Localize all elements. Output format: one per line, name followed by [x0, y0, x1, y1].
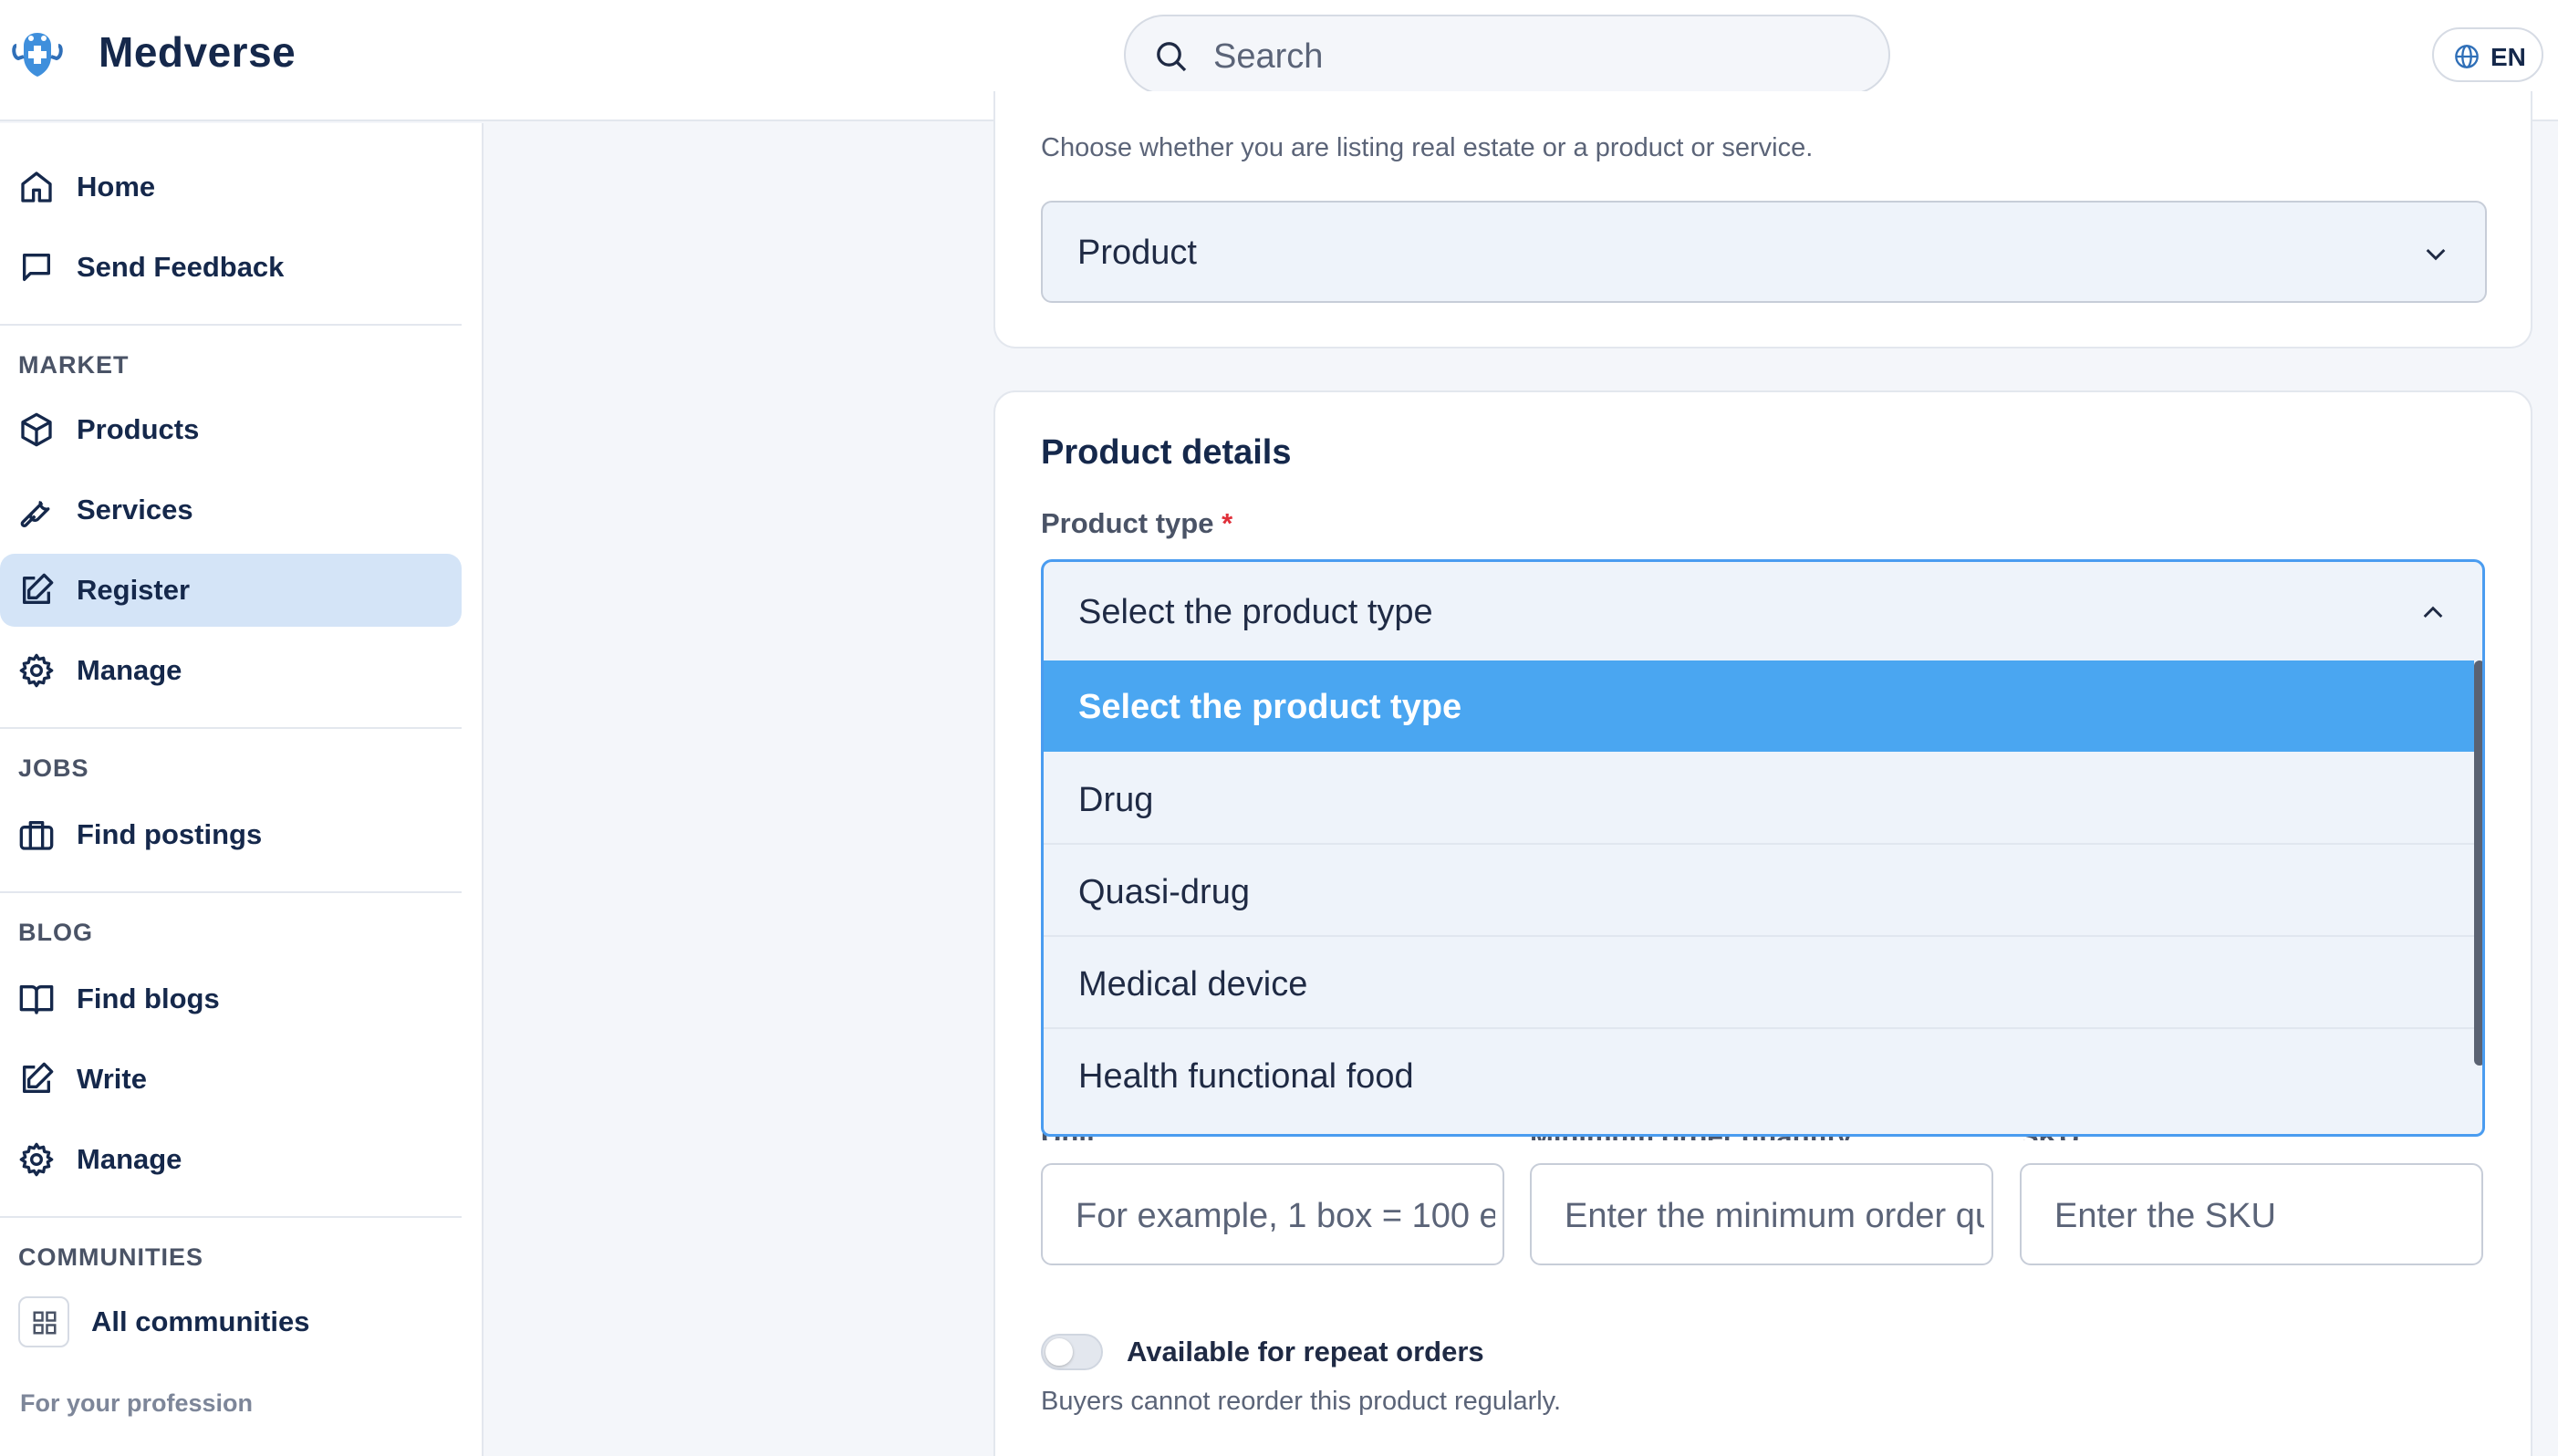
- listing-type-select[interactable]: Product: [1041, 201, 2487, 303]
- min-order-field[interactable]: [1530, 1163, 1993, 1265]
- language-switcher[interactable]: EN: [2432, 27, 2543, 82]
- sidebar-item-manage-blog[interactable]: Manage: [0, 1123, 462, 1196]
- sidebar-divider: [0, 1216, 462, 1218]
- sidebar-item-products[interactable]: Products: [0, 393, 462, 466]
- sidebar-item-label: Register: [77, 574, 191, 606]
- product-type-dropdown: Select the product type Drug Quasi-drug …: [1041, 660, 2485, 1137]
- dropdown-option-quasi-drug[interactable]: Quasi-drug: [1044, 846, 2474, 937]
- briefcase-icon: [19, 821, 54, 850]
- product-type-select[interactable]: Select the product type: [1041, 559, 2485, 663]
- section-blog: BLOG: [18, 919, 93, 946]
- sidebar-item-find-blogs[interactable]: Find blogs: [0, 962, 462, 1035]
- toggle-knob: [1045, 1338, 1073, 1366]
- sidebar: Home Send Feedback MARKET Products Servi…: [0, 123, 484, 1456]
- product-type-value: Select the product type: [1078, 593, 1433, 631]
- sidebar-item-home[interactable]: Home: [0, 151, 462, 224]
- repeat-orders-toggle[interactable]: [1041, 1334, 1103, 1370]
- sidebar-item-label: Write: [77, 1063, 147, 1095]
- search-input[interactable]: [1213, 29, 1852, 84]
- sidebar-divider: [0, 324, 462, 326]
- sidebar-item-label: Send Feedback: [77, 251, 285, 283]
- box-icon: [21, 412, 52, 447]
- sidebar-item-label: Products: [77, 413, 200, 445]
- sku-input[interactable]: [2054, 1191, 2474, 1242]
- search-bar[interactable]: [1124, 15, 1890, 95]
- sidebar-divider: [0, 891, 462, 893]
- listing-type-value: Product: [1077, 234, 1197, 272]
- repeat-orders-label: Available for repeat orders: [1127, 1336, 1484, 1368]
- sidebar-item-all-communities[interactable]: All communities: [0, 1285, 462, 1358]
- dropdown-option-select[interactable]: Select the product type: [1044, 660, 2474, 752]
- section-jobs: JOBS: [18, 754, 89, 782]
- home-icon: [21, 172, 52, 203]
- dropdown-option-health-functional-food[interactable]: Health functional food: [1044, 1030, 2474, 1121]
- chevron-up-icon: [2423, 606, 2443, 619]
- book-icon: [19, 985, 54, 1014]
- sidebar-item-label: All communities: [91, 1305, 310, 1337]
- sidebar-item-label: Manage: [77, 1143, 182, 1175]
- sidebar-divider: [0, 727, 462, 729]
- sidebar-item-write[interactable]: Write: [0, 1043, 462, 1116]
- sidebar-item-manage-market[interactable]: Manage: [0, 634, 462, 707]
- sidebar-item-label: Manage: [77, 654, 182, 686]
- dropdown-option-drug[interactable]: Drug: [1044, 754, 2474, 845]
- sidebar-item-register[interactable]: Register: [0, 554, 462, 627]
- product-type-label: Product type *: [1041, 507, 1232, 540]
- gear-icon: [19, 653, 54, 688]
- section-communities: COMMUNITIES: [18, 1243, 203, 1271]
- repeat-orders-hint: Buyers cannot reorder this product regul…: [1041, 1387, 1562, 1416]
- option-label: Medical device: [1078, 965, 1308, 1004]
- profession-heading: For your profession: [20, 1389, 254, 1417]
- dropdown-option-medical-device[interactable]: Medical device: [1044, 938, 2474, 1029]
- section-market: MARKET: [18, 351, 130, 379]
- globe-icon: [2455, 45, 2479, 68]
- dropdown-scrollbar[interactable]: [2474, 660, 2482, 1066]
- option-label: Select the product type: [1078, 688, 1462, 726]
- gear-icon: [19, 1142, 54, 1177]
- message-icon: [23, 254, 50, 281]
- product-type-label-text: Product type: [1041, 507, 1214, 539]
- medverse-logo-icon[interactable]: [11, 26, 64, 82]
- unit-field[interactable]: [1041, 1163, 1504, 1265]
- sidebar-item-label: Find postings: [77, 818, 263, 850]
- sidebar-item-label: Find blogs: [77, 983, 220, 1014]
- sidebar-item-services[interactable]: Services: [0, 473, 462, 546]
- sidebar-item-label: Services: [77, 494, 193, 525]
- edit-icon: [23, 1062, 54, 1093]
- listing-type-card: Choose whether you are listing real esta…: [993, 91, 2532, 348]
- option-label: Drug: [1078, 781, 1154, 819]
- required-mark: *: [1222, 507, 1233, 539]
- wrench-icon: [20, 501, 50, 527]
- sku-field[interactable]: [2020, 1163, 2483, 1265]
- listing-type-hint: Choose whether you are listing real esta…: [1041, 133, 1814, 162]
- product-details-title: Product details: [1041, 433, 1292, 472]
- sidebar-item-find-postings[interactable]: Find postings: [0, 798, 462, 871]
- search-icon: [1157, 42, 1187, 72]
- brand-name[interactable]: Medverse: [99, 27, 296, 77]
- language-label: EN: [2490, 43, 2526, 71]
- sidebar-item-send-feedback[interactable]: Send Feedback: [0, 231, 462, 304]
- grid-icon: [18, 1296, 69, 1347]
- option-label: Quasi-drug: [1078, 873, 1250, 911]
- min-order-input[interactable]: [1565, 1191, 1984, 1242]
- unit-input[interactable]: [1076, 1191, 1495, 1242]
- option-label: Health functional food: [1078, 1057, 1414, 1096]
- sidebar-item-label: Home: [77, 171, 156, 203]
- edit-icon: [23, 573, 54, 604]
- chevron-down-icon: [2426, 248, 2446, 261]
